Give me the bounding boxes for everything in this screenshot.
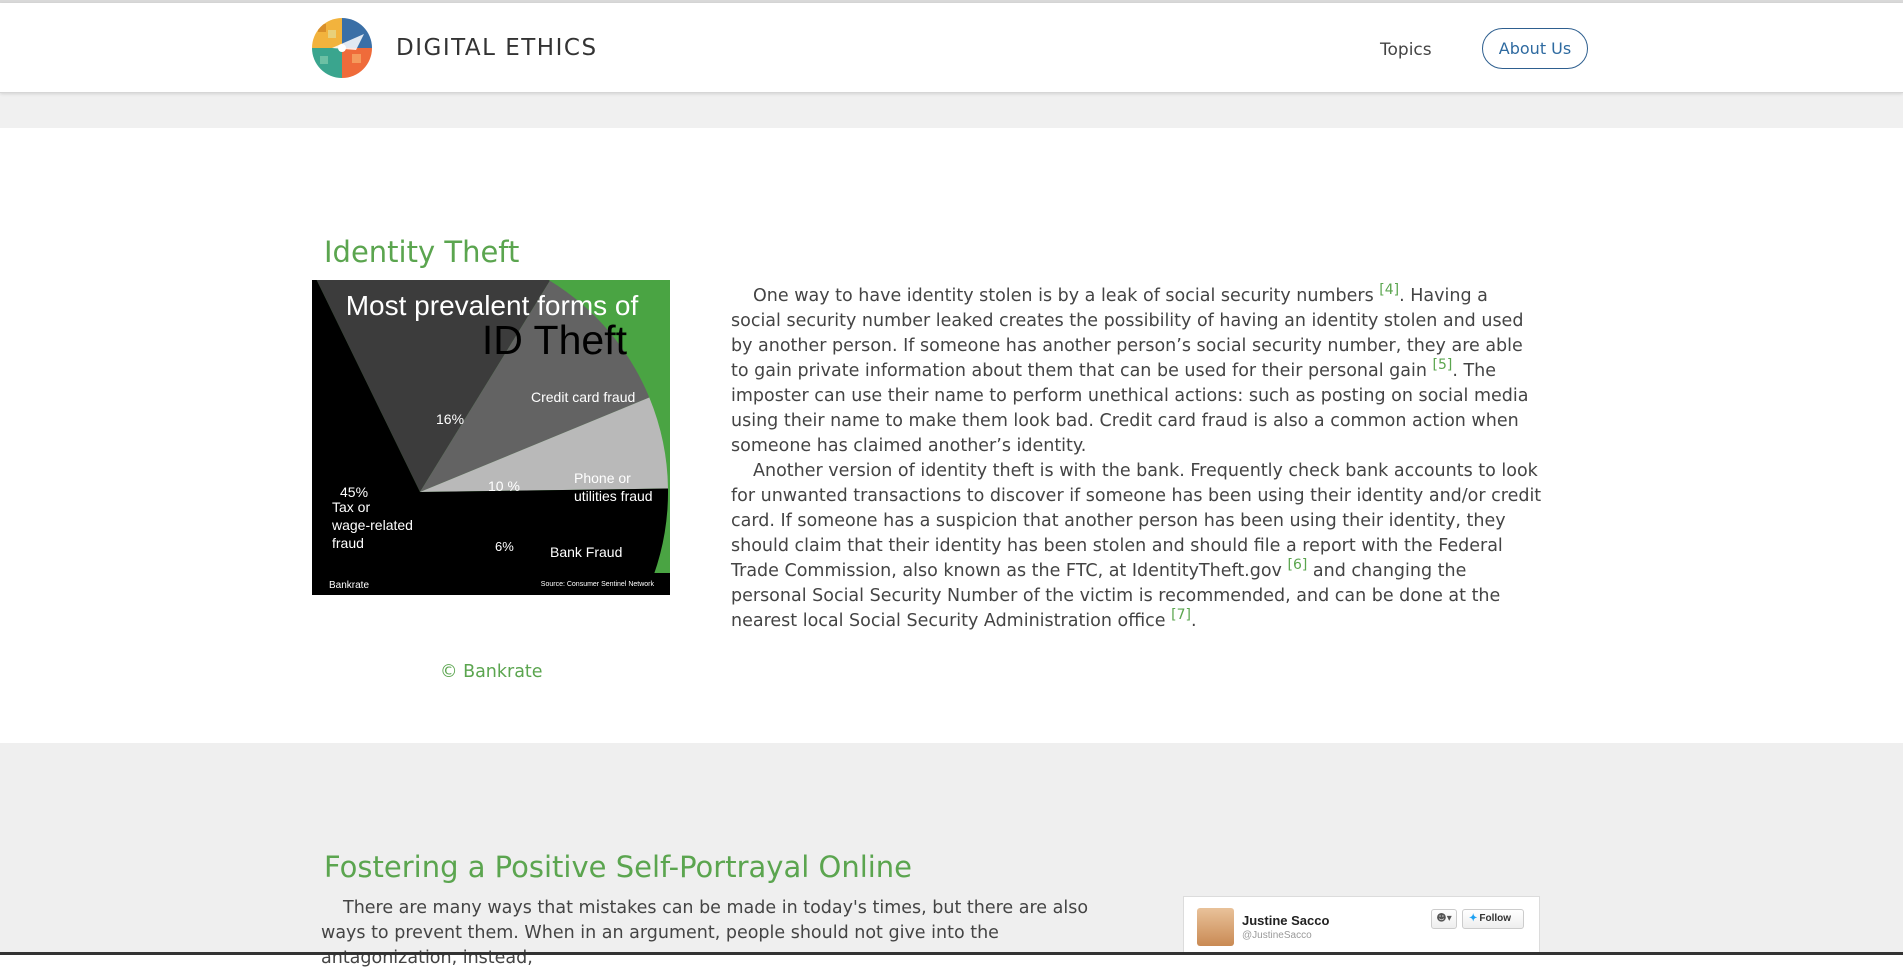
citation-6[interactable]: [6]	[1287, 557, 1307, 573]
follow-button[interactable]: ✦ Follow	[1462, 909, 1524, 929]
identity-theft-paragraph-2: Another version of identity theft is wit…	[731, 459, 1543, 634]
embedded-tweet[interactable]: Justine Sacco @JustineSacco ☻▾ ✦ Follow	[1183, 896, 1540, 955]
label-tax-3: fraud	[332, 535, 364, 551]
identity-theft-body: One way to have identity stolen is by a …	[731, 282, 1543, 634]
label-6: 6%	[495, 539, 514, 554]
tweet-author-handle[interactable]: @JustineSacco	[1242, 930, 1312, 941]
twitter-bird-icon: ✦	[1469, 913, 1478, 924]
label-tax-1: Tax or	[332, 499, 370, 515]
image-credit-link[interactable]: © Bankrate	[440, 662, 543, 682]
user-menu-button[interactable]: ☻▾	[1431, 909, 1457, 929]
chart-source: Source: Consumer Sentinel Network	[541, 581, 655, 588]
identity-theft-title: Identity Theft	[324, 235, 520, 269]
self-portrayal-title: Fostering a Positive Self-Portrayal Onli…	[324, 850, 913, 884]
label-credit-card: Credit card fraud	[531, 389, 635, 405]
label-phone-2: utilities fraud	[574, 488, 653, 504]
label-phone-1: Phone or	[574, 470, 631, 486]
user-icon: ☻▾	[1436, 913, 1452, 924]
chart-brand: Bankrate	[329, 580, 369, 591]
nav-about-button[interactable]: About Us	[1482, 28, 1588, 69]
citation-5[interactable]: [5]	[1433, 357, 1453, 373]
label-bank: Bank Fraud	[550, 544, 622, 560]
identity-theft-paragraph-1: One way to have identity stolen is by a …	[731, 282, 1543, 459]
id-theft-chart-image: Most prevalent forms of ID Theft Credit …	[312, 280, 670, 595]
self-portrayal-paragraph-1: There are many ways that mistakes can be…	[321, 898, 1089, 968]
follow-label: Follow	[1479, 913, 1512, 924]
p2-text-c: .	[1190, 611, 1197, 631]
nav-topics-link[interactable]: Topics	[1380, 40, 1432, 60]
tweet-author-name[interactable]: Justine Sacco	[1242, 913, 1329, 928]
site-brand[interactable]: DIGITAL ETHICS	[396, 35, 598, 61]
site-header: DIGITAL ETHICS Topics About Us	[0, 3, 1903, 93]
site-logo[interactable]	[312, 18, 372, 78]
p1-text-a: One way to have identity stolen is by a …	[753, 286, 1380, 306]
label-16: 16%	[436, 411, 464, 427]
id-theft-pie-chart: Most prevalent forms of ID Theft Credit …	[312, 280, 670, 595]
logo-icon	[312, 18, 372, 78]
avatar[interactable]	[1197, 908, 1234, 946]
citation-4[interactable]: [4]	[1379, 282, 1399, 298]
label-10: 10 %	[488, 478, 520, 494]
label-45: 45%	[340, 484, 368, 500]
self-portrayal-body: There are many ways that mistakes can be…	[321, 896, 1113, 971]
chart-heading-line2: ID Theft	[482, 317, 628, 363]
label-tax-2: wage-related	[331, 517, 413, 533]
gray-band	[0, 93, 1903, 128]
citation-7[interactable]: [7]	[1171, 607, 1191, 623]
